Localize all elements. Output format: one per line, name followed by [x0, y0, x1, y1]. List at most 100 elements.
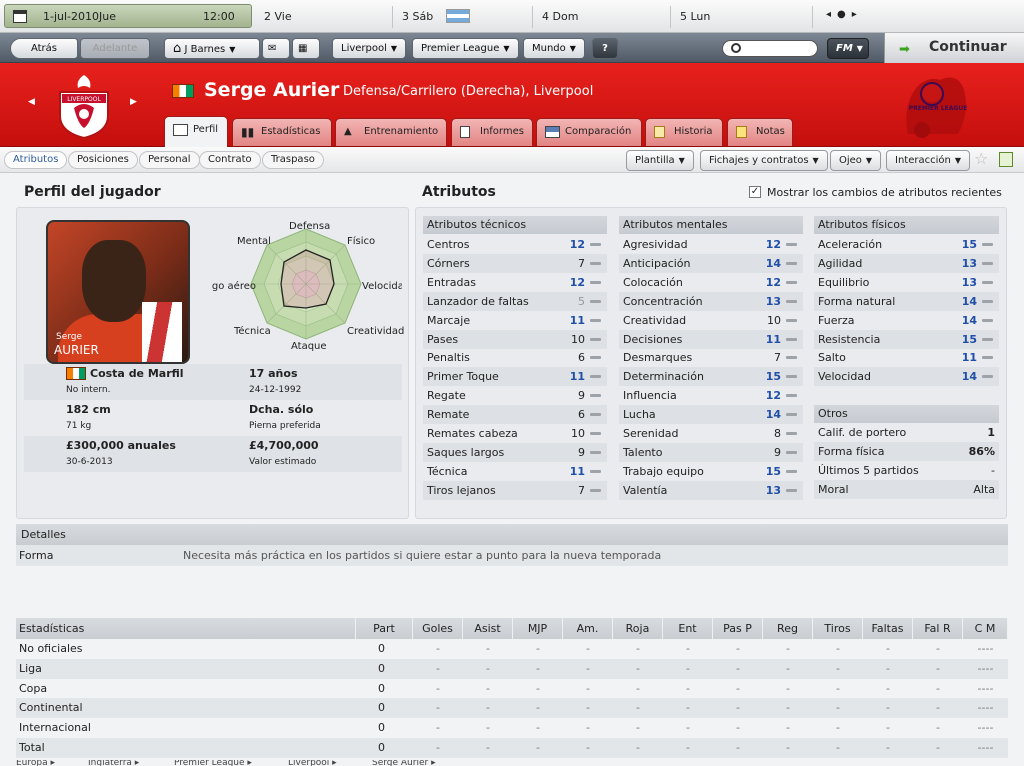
- fm-menu-button[interactable]: FM ▼: [827, 38, 869, 59]
- stats-column-header[interactable]: Am.: [563, 618, 613, 639]
- breadcrumb-item[interactable]: Liverpool ▸: [288, 760, 337, 766]
- add-shortlist-icon[interactable]: [999, 152, 1013, 167]
- attribute-row[interactable]: Fuerza 14: [814, 311, 999, 330]
- interaction-menu[interactable]: Interacción ▼: [886, 150, 970, 171]
- attribute-row[interactable]: Salto 11: [814, 348, 999, 367]
- attribute-row[interactable]: Trabajo equipo 15: [619, 462, 803, 481]
- star-icon[interactable]: ☆: [974, 149, 988, 168]
- attribute-row[interactable]: Concentración 13: [619, 291, 803, 311]
- tab-entrenamiento[interactable]: ▲ Entrenamiento: [335, 118, 447, 146]
- attribute-row[interactable]: Primer Toque 11: [423, 367, 607, 387]
- tab-estadisticas[interactable]: ▮▮ Estadísticas: [232, 118, 332, 146]
- world-menu[interactable]: Mundo ▼: [523, 38, 585, 59]
- club-menu[interactable]: Liverpool ▼: [332, 38, 407, 59]
- current-date-cell[interactable]: 1-jul-2010 Jue 12:00: [4, 4, 252, 28]
- stats-column-header[interactable]: C M: [963, 618, 1008, 639]
- show-changes-checkbox[interactable]: ✓: [749, 186, 761, 198]
- table-row[interactable]: No oficiales 0- - - - - - - - - - - ----: [16, 639, 1008, 659]
- attribute-row[interactable]: Marcaje 11: [423, 311, 607, 330]
- attribute-row[interactable]: Pases 10: [423, 329, 607, 349]
- calendar-button[interactable]: ▦: [292, 38, 320, 59]
- attribute-row[interactable]: Centros 12: [423, 235, 607, 254]
- attribute-row[interactable]: Córners 7: [423, 253, 607, 273]
- breadcrumb-item[interactable]: Premier League ▸: [174, 760, 252, 766]
- attribute-row[interactable]: Saques largos 9: [423, 442, 607, 462]
- breadcrumb-item[interactable]: Europa ▸: [16, 760, 55, 766]
- back-button[interactable]: Atrás: [10, 38, 78, 59]
- attribute-row[interactable]: Valentía 13: [619, 480, 803, 500]
- inbox-button[interactable]: ✉: [262, 38, 290, 59]
- calendar-day[interactable]: 3 Sáb: [402, 10, 433, 23]
- tab-historia[interactable]: Historia: [645, 118, 723, 146]
- table-row[interactable]: Internacional 0- - - - - - - - - - - ----: [16, 718, 1008, 738]
- subtab-posiciones[interactable]: Posiciones: [68, 151, 138, 169]
- breadcrumb-item[interactable]: Inglaterra ▸: [88, 760, 139, 766]
- transfers-menu[interactable]: Fichajes y contratos ▼: [700, 150, 828, 171]
- stats-column-header[interactable]: Part: [356, 618, 413, 639]
- calendar-day[interactable]: 2 Vie: [264, 10, 292, 23]
- attribute-row[interactable]: Remates cabeza 10: [423, 424, 607, 443]
- subtab-contrato[interactable]: Contrato: [199, 151, 261, 169]
- squad-menu[interactable]: Plantilla ▼: [626, 150, 694, 171]
- previous-player-icon[interactable]: ◀: [28, 97, 35, 107]
- search-input[interactable]: [722, 40, 818, 57]
- attribute-row[interactable]: Colocación 12: [619, 273, 803, 292]
- table-row[interactable]: Continental 0- - - - - - - - - - - ----: [16, 698, 1008, 719]
- subtab-personal[interactable]: Personal: [139, 151, 200, 169]
- nationality[interactable]: Costa de Marfil: [90, 367, 184, 380]
- attribute-row[interactable]: Regate 9: [423, 386, 607, 405]
- attribute-row[interactable]: Resistencia 15: [814, 329, 999, 349]
- attribute-row[interactable]: Talento 9: [619, 442, 803, 462]
- attribute-row[interactable]: Serenidad 8: [619, 424, 803, 443]
- tab-comparacion[interactable]: Comparación: [536, 118, 642, 146]
- attribute-row[interactable]: Entradas 12: [423, 273, 607, 292]
- stats-column-header[interactable]: Estadísticas: [16, 618, 356, 639]
- calendar-nav-icon[interactable]: ◂●▸: [826, 9, 863, 20]
- subtab-traspaso[interactable]: Traspaso: [262, 151, 324, 169]
- subtab-atributos[interactable]: Atributos: [4, 151, 68, 169]
- attribute-row[interactable]: Remate 6: [423, 405, 607, 425]
- attribute-row[interactable]: Lanzador de faltas 5: [423, 291, 607, 311]
- club-crest-logo[interactable]: LIVERPOOL: [54, 70, 114, 140]
- stats-column-header[interactable]: Reg: [763, 618, 813, 639]
- stats-column-header[interactable]: Pas P: [713, 618, 763, 639]
- scouting-menu[interactable]: Ojeo ▼: [830, 150, 882, 171]
- attribute-row[interactable]: Desmarques 7: [619, 348, 803, 367]
- stats-column-header[interactable]: Ent: [663, 618, 713, 639]
- continue-button[interactable]: ➡ Continuar: [884, 33, 1024, 63]
- attribute-row[interactable]: Aceleración 15: [814, 235, 999, 254]
- stats-column-header[interactable]: Goles: [413, 618, 463, 639]
- help-button[interactable]: ?: [592, 38, 618, 59]
- attribute-row[interactable]: Tiros lejanos 7: [423, 480, 607, 500]
- attribute-row[interactable]: Determinación 15: [619, 367, 803, 387]
- stats-column-header[interactable]: Fal R: [913, 618, 963, 639]
- forward-button[interactable]: Adelante: [80, 38, 150, 59]
- stats-column-header[interactable]: MJP: [513, 618, 563, 639]
- attribute-row[interactable]: Equilibrio 13: [814, 273, 999, 292]
- attribute-row[interactable]: Forma natural 14: [814, 291, 999, 311]
- table-row[interactable]: Total 0- - - - - - - - - - - ----: [16, 738, 1008, 758]
- attribute-row[interactable]: Técnica 11: [423, 462, 607, 481]
- attribute-row[interactable]: Decisiones 11: [619, 329, 803, 349]
- stats-column-header[interactable]: Roja: [613, 618, 663, 639]
- attribute-row[interactable]: Creatividad 10: [619, 311, 803, 330]
- tab-perfil[interactable]: Perfil: [164, 116, 228, 147]
- attribute-row[interactable]: Agilidad 13: [814, 253, 999, 273]
- attribute-row[interactable]: Velocidad 14: [814, 367, 999, 387]
- tab-informes[interactable]: Informes: [451, 118, 533, 146]
- stats-column-header[interactable]: Faltas: [863, 618, 913, 639]
- attribute-row[interactable]: Anticipación 14: [619, 253, 803, 273]
- attribute-row[interactable]: Penaltis 6: [423, 348, 607, 367]
- stats-column-header[interactable]: Asist: [463, 618, 513, 639]
- calendar-day[interactable]: 5 Lun: [680, 10, 710, 23]
- league-menu[interactable]: Premier League ▼: [412, 38, 519, 59]
- attribute-row[interactable]: Lucha 14: [619, 405, 803, 425]
- stats-column-header[interactable]: Tiros: [813, 618, 863, 639]
- calendar-day[interactable]: 4 Dom: [542, 10, 578, 23]
- show-changes-label[interactable]: Mostrar los cambios de atributos recient…: [767, 186, 1002, 199]
- breadcrumb-item[interactable]: Serge Aurier ▸: [372, 760, 436, 766]
- attribute-row[interactable]: Agresividad 12: [619, 235, 803, 254]
- tab-notas[interactable]: Notas: [727, 118, 793, 146]
- attribute-row[interactable]: Influencia 12: [619, 386, 803, 405]
- table-row[interactable]: Liga 0- - - - - - - - - - - ----: [16, 658, 1008, 679]
